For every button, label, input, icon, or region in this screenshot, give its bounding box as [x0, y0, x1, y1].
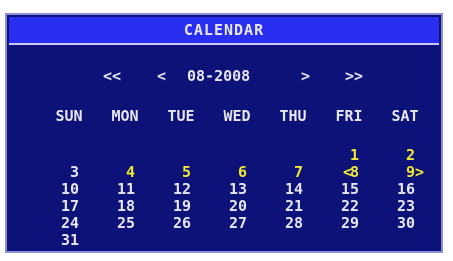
day-cell[interactable]: 12 [135, 181, 191, 198]
day-cell[interactable]: 25 [79, 215, 135, 232]
weekday-mon: MON [111, 107, 139, 125]
weekday-header: SUN MON TUE WED THU FRI SAT [41, 107, 431, 125]
day-cell[interactable]: 29 [303, 215, 359, 232]
day-cell[interactable]: 5 [135, 164, 191, 181]
day-cell[interactable]: 22 [303, 198, 359, 215]
next-year-button[interactable]: >> [345, 67, 363, 85]
day-cell[interactable]: 30 [359, 215, 415, 232]
calendar-dialog: CALENDAR << < 08-2008 > >> SUN MON TUE W… [5, 13, 443, 253]
day-cell[interactable]: 3 [23, 164, 79, 181]
day-cell[interactable]: 13 [191, 181, 247, 198]
day-cell[interactable]: 16 [359, 181, 415, 198]
day-cell[interactable]: 4 [79, 164, 135, 181]
selection-right-marker: > [415, 163, 425, 181]
dialog-title: CALENDAR [9, 17, 439, 45]
prev-month-button[interactable]: < [157, 67, 166, 85]
day-cell[interactable]: 31 [23, 232, 79, 249]
day-cell[interactable]: 18 [79, 198, 135, 215]
day-cell[interactable]: 1 [303, 147, 359, 164]
day-cell[interactable]: 23 [359, 198, 415, 215]
day-cell[interactable]: 20 [191, 198, 247, 215]
prev-year-button[interactable]: << [103, 67, 121, 85]
day-cell[interactable]: 11 [79, 181, 135, 198]
day-cell[interactable]: 10 [23, 181, 79, 198]
month-year-label: 08-2008 [187, 67, 251, 85]
day-cell[interactable]: 21 [247, 198, 303, 215]
day-cell[interactable]: 2 [359, 147, 415, 164]
day-cell[interactable]: 9 [359, 164, 415, 181]
weekday-sun: SUN [55, 107, 83, 125]
weekday-tue: TUE [167, 107, 195, 125]
weekday-wed: WED [223, 107, 251, 125]
weekday-sat: SAT [391, 107, 419, 125]
day-cell[interactable]: 19 [135, 198, 191, 215]
day-cell[interactable]: 27 [191, 215, 247, 232]
weekday-fri: FRI [335, 107, 363, 125]
day-cell[interactable]: 24 [23, 215, 79, 232]
weekday-thu: THU [279, 107, 307, 125]
day-cell[interactable]: 28 [247, 215, 303, 232]
day-cell[interactable]: 15 [303, 181, 359, 198]
day-cell[interactable]: 26 [135, 215, 191, 232]
selection-left-marker: < [343, 163, 353, 181]
next-month-button[interactable]: > [301, 67, 310, 85]
day-cell[interactable]: 14 [247, 181, 303, 198]
day-cell[interactable]: 6 [191, 164, 247, 181]
day-cell[interactable]: 17 [23, 198, 79, 215]
day-cell[interactable]: 7 [247, 164, 303, 181]
